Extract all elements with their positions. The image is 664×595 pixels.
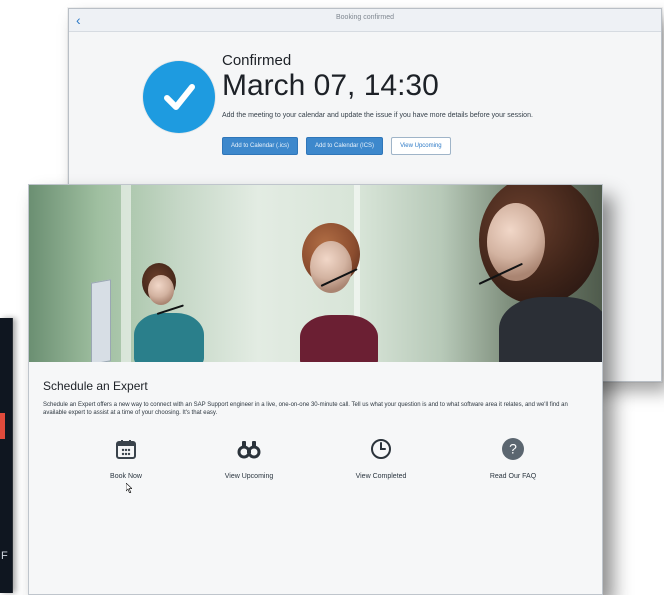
confirmed-description: Add the meeting to your calendar and upd… <box>222 112 533 119</box>
clock-icon <box>369 437 393 461</box>
hero-pillar <box>121 185 131 362</box>
hero-person-right <box>469 185 602 362</box>
binoculars-icon <box>237 437 261 461</box>
window-title: Booking confirmed <box>336 14 394 21</box>
body <box>134 313 204 362</box>
svg-text:?: ? <box>509 441 517 457</box>
hero-monitor <box>91 279 111 362</box>
partial-left-window: F <box>0 318 13 593</box>
hero-person-center <box>284 223 434 362</box>
book-now-label: Book Now <box>110 473 142 480</box>
confirmed-datetime: March 07, 14:30 <box>222 69 439 102</box>
red-indicator <box>0 413 5 439</box>
view-completed-label: View Completed <box>355 473 407 480</box>
schedule-title: Schedule an Expert <box>43 379 148 393</box>
partial-window-text: F <box>1 550 8 562</box>
add-to-calendar-ics-button[interactable]: Add to Calendar (.ics) <box>222 137 299 155</box>
question-icon: ? <box>501 437 525 461</box>
body <box>300 315 378 362</box>
head <box>487 203 545 281</box>
add-to-calendar-ics-button-2[interactable]: Add to Calendar (ICS) <box>306 137 384 155</box>
mouse-pointer-icon <box>125 480 133 494</box>
hero-person-left <box>134 263 254 362</box>
calendar-buttons: Add to Calendar (.ics) Add to Calendar (… <box>222 137 451 155</box>
hero-image <box>29 185 602 362</box>
view-upcoming-button[interactable]: View Upcoming <box>391 137 451 155</box>
calendar-icon <box>114 437 138 461</box>
confirmed-check-icon <box>143 61 215 133</box>
schedule-expert-window: Schedule an Expert Schedule an Expert of… <box>28 184 603 595</box>
schedule-actions: Book Now View Upcoming View Completed ? … <box>29 433 602 493</box>
window-topbar: ‹ Booking confirmed <box>69 9 661 32</box>
body <box>499 297 602 362</box>
schedule-description: Schedule an Expert offers a new way to c… <box>43 402 568 416</box>
read-faq-label: Read Our FAQ <box>489 473 537 480</box>
confirmed-status: Confirmed <box>222 52 292 69</box>
head <box>148 275 174 305</box>
view-upcoming-label: View Upcoming <box>224 473 274 480</box>
head <box>310 241 352 293</box>
